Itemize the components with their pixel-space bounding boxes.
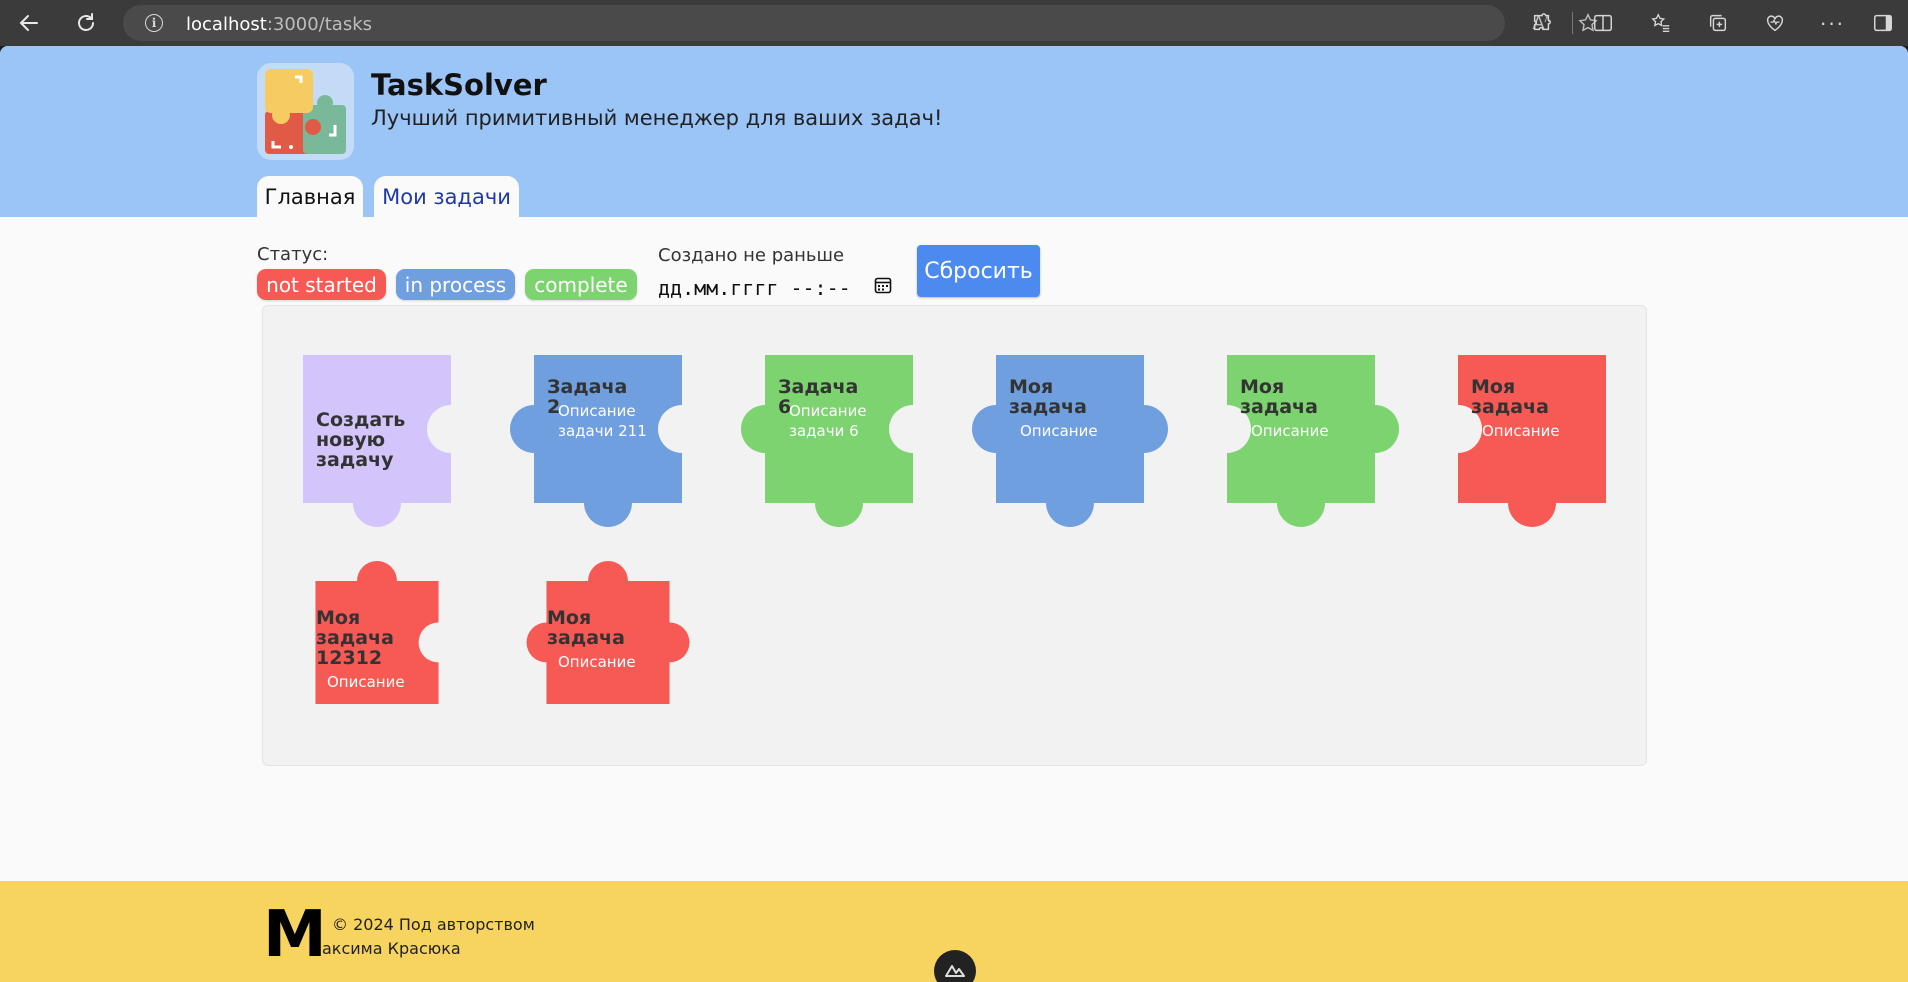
tab-my-tasks[interactable]: Мои задачи xyxy=(374,176,519,217)
more-options-icon[interactable]: ··· xyxy=(1817,8,1847,38)
favorites-list-icon[interactable] xyxy=(1646,8,1676,38)
nuxt-devtools-icon[interactable] xyxy=(934,950,976,982)
url-text: localhost:3000/tasks xyxy=(186,14,373,35)
sidebar-toggle-icon[interactable] xyxy=(1868,8,1898,38)
site-info-icon[interactable]: i xyxy=(145,14,163,32)
footer-copyright: © 2024 Под авторством xyxy=(332,915,535,934)
split-screen-icon[interactable] xyxy=(1588,8,1618,38)
task-description: Описание xyxy=(327,673,405,691)
date-filter-label: Создано не раньше xyxy=(658,245,845,266)
browser-toolbar: i localhost:3000/tasks Aʌ ··· xyxy=(0,0,1908,46)
reset-filters-button[interactable]: Сбросить xyxy=(917,245,1040,297)
task-title: Создать новую задачу xyxy=(316,409,406,471)
toolbar-divider xyxy=(1572,12,1573,34)
status-filter-label: Статус: xyxy=(257,244,329,265)
calendar-icon[interactable] xyxy=(874,276,892,294)
task-description: Описание xyxy=(1251,422,1329,440)
app-title: TaskSolver xyxy=(371,68,547,102)
app-logo-puzzle-icon xyxy=(257,63,354,160)
task-title: Моя задача xyxy=(547,607,625,649)
tab-home[interactable]: Главная xyxy=(257,176,363,217)
footer-author: аксима Красюка xyxy=(322,939,461,958)
task-title: Моя задача xyxy=(1471,376,1549,418)
address-bar[interactable]: i localhost:3000/tasks Aʌ xyxy=(123,5,1598,41)
back-arrow-icon[interactable] xyxy=(10,4,48,42)
browser-essentials-icon[interactable] xyxy=(1760,8,1790,38)
site-header: TaskSolver Лучший примитивный менеджер д… xyxy=(0,46,1908,217)
task-description: Описание xyxy=(558,653,636,671)
refresh-icon[interactable] xyxy=(67,4,105,42)
task-board xyxy=(262,305,1647,766)
date-filter-input[interactable]: дд.мм.гггг --:-- xyxy=(658,273,898,303)
status-complete-chip[interactable]: complete xyxy=(525,269,637,300)
collections-icon[interactable] xyxy=(1703,8,1733,38)
task-description: Описание задачи 211 xyxy=(558,402,647,440)
task-description: Описание xyxy=(1020,422,1098,440)
footer-logo-letter: М xyxy=(263,898,327,972)
extensions-puzzle-icon[interactable] xyxy=(1527,8,1557,38)
task-description: Описание xyxy=(1482,422,1560,440)
page: TaskSolver Лучший примитивный менеджер д… xyxy=(0,46,1908,982)
task-title: Моя задача xyxy=(1009,376,1087,418)
task-title: Моя задача 12312 xyxy=(316,607,394,669)
status-in-process-chip[interactable]: in process xyxy=(396,269,515,300)
task-description: Описание задачи 6 xyxy=(789,402,867,440)
status-not-started-chip[interactable]: not started xyxy=(257,269,386,300)
task-title: Моя задача xyxy=(1240,376,1318,418)
app-subtitle: Лучший примитивный менеджер для ваших за… xyxy=(371,106,943,130)
